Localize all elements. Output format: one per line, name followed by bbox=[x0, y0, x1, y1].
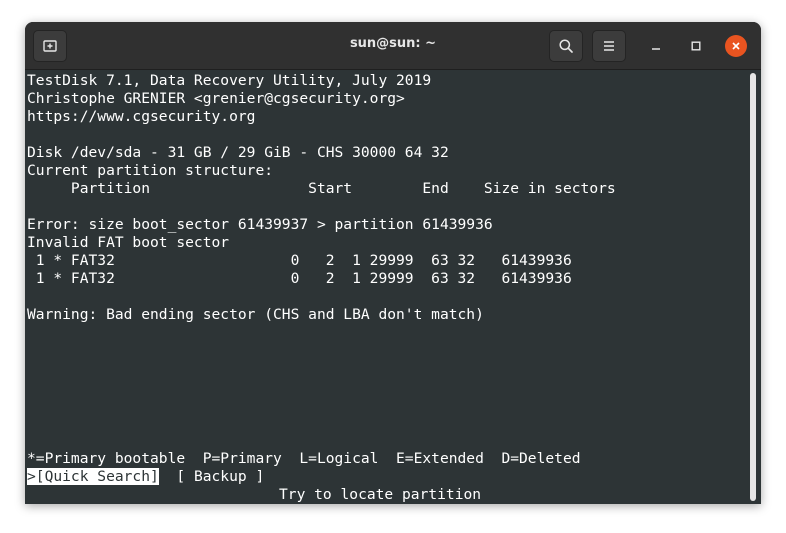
close-button[interactable] bbox=[725, 35, 747, 57]
search-icon bbox=[559, 39, 573, 53]
terminal-line-error: Error: size boot_sector 61439937 > parti… bbox=[27, 216, 493, 233]
partition-row: 1 * FAT32 0 2 1 29999 63 32 61439936 bbox=[27, 252, 572, 269]
partition-type-legend: *=Primary bootable P=Primary L=Logical E… bbox=[27, 450, 581, 467]
terminal-line-invalid: Invalid FAT boot sector bbox=[27, 234, 230, 251]
hamburger-menu-icon bbox=[604, 41, 614, 51]
maximize-icon bbox=[691, 41, 701, 51]
header-bar: sun@sun: ~ bbox=[25, 22, 761, 70]
terminal-area[interactable]: TestDisk 7.1, Data Recovery Utility, Jul… bbox=[25, 70, 747, 504]
maximize-button[interactable] bbox=[685, 35, 707, 57]
terminal-menu-line: >[Quick Search] [ Backup ] bbox=[27, 468, 264, 486]
terminal-line-disk: Disk /dev/sda - 31 GB / 29 GiB - CHS 300… bbox=[27, 144, 449, 161]
terminal-line-url: https://www.cgsecurity.org bbox=[27, 108, 256, 125]
scrollbar[interactable] bbox=[747, 70, 761, 504]
terminal-line-version: TestDisk 7.1, Data Recovery Utility, Jul… bbox=[27, 72, 432, 89]
terminal-line-author: Christophe GRENIER <grenier@cgsecurity.o… bbox=[27, 90, 405, 107]
menu-button[interactable] bbox=[592, 30, 626, 62]
close-icon bbox=[732, 42, 740, 50]
minimize-button[interactable] bbox=[645, 35, 667, 57]
terminal-hint-line: Try to locate partition bbox=[279, 486, 482, 503]
quick-search-option[interactable]: >[Quick Search] bbox=[27, 468, 159, 485]
backup-option[interactable]: [ Backup ] bbox=[176, 468, 264, 485]
terminal-line-warning: Warning: Bad ending sector (CHS and LBA … bbox=[27, 306, 484, 323]
partition-columns-header: Partition Start End Size in sectors bbox=[27, 180, 616, 197]
terminal-line-structure: Current partition structure: bbox=[27, 162, 274, 179]
scrollbar-thumb[interactable] bbox=[750, 73, 756, 501]
minimize-icon bbox=[652, 48, 660, 50]
terminal-window: sun@sun: ~ TestDisk 7.1, Data Recovery U… bbox=[25, 22, 761, 504]
partition-row: 1 * FAT32 0 2 1 29999 63 32 61439936 bbox=[27, 270, 572, 287]
search-button[interactable] bbox=[549, 30, 583, 62]
